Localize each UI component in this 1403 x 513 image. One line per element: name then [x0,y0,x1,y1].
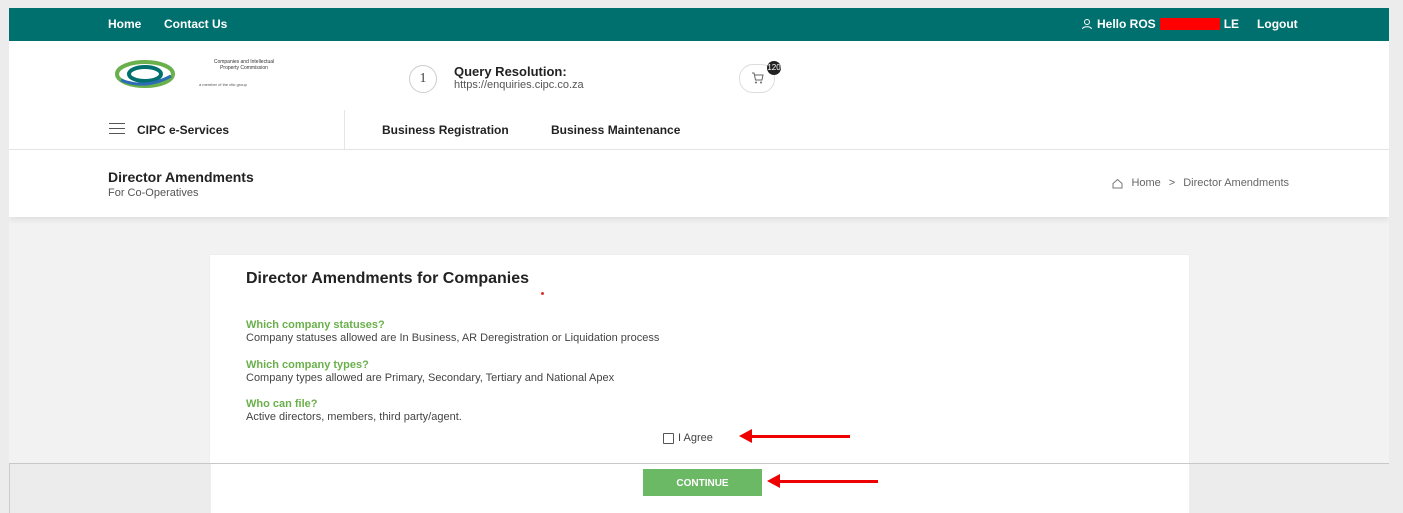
question-who-can-file: Who can file? [246,398,318,410]
top-navbar: Home Contact Us Hello ROS LE Logout [9,8,1389,41]
logo-text: Companies and Intellectual Property Comm… [189,59,299,71]
question-statuses: Which company statuses? [246,319,385,331]
query-resolution-url[interactable]: https://enquiries.cipc.co.za [454,79,584,91]
continue-button[interactable]: CONTINUE [643,469,762,496]
breadcrumb-separator: > [1168,177,1176,189]
menu-business-maintenance[interactable]: Business Maintenance [551,123,680,137]
question-types: Which company types? [246,359,369,371]
page-subtitle: For Co-Operatives [108,187,199,199]
info-card: Director Amendments for Companies Which … [209,254,1190,463]
redaction-mark [1159,18,1220,30]
hello-suffix: LE [1223,17,1240,31]
query-resolution-title: Query Resolution: [454,64,567,79]
answer-who-can-file: Active directors, members, third party/a… [246,411,462,423]
breadcrumb: Home > Director Amendments [1112,177,1289,189]
menu-business-registration[interactable]: Business Registration [382,123,509,137]
agree-checkbox[interactable] [663,432,674,444]
annotation-arrow-continue [767,474,878,488]
logout-link[interactable]: Logout [1257,17,1298,31]
agree-checkbox-row: I Agree [663,432,713,444]
annotation-arrow-agree [739,429,850,443]
cart-icon [751,72,764,84]
hello-prefix: Hello ROS [1097,17,1156,31]
user-icon [1082,19,1092,30]
logo-line2: Property Commission [220,65,268,71]
cipc-logo-mark [115,60,175,88]
agree-label[interactable]: I Agree [678,432,713,444]
answer-statuses: Company statuses allowed are In Business… [246,332,660,344]
user-greeting: Hello ROS LE Logout [1081,17,1298,31]
cipc-logo[interactable]: Companies and Intellectual Property Comm… [113,56,293,92]
eservices-menu[interactable]: CIPC e-Services [137,123,229,137]
page-edge [9,464,10,513]
breadcrumb-home[interactable]: Home [1131,177,1160,189]
required-marker [541,292,544,295]
answer-types: Company types allowed are Primary, Secon… [246,372,615,384]
card-title: Director Amendments for Companies [246,270,530,287]
home-icon [1112,178,1123,188]
cart-count-badge: 120 [767,61,781,75]
nav-contact-link[interactable]: Contact Us [164,17,227,31]
browser-viewport: Home Contact Us Hello ROS LE Logout Compa… [9,8,1389,464]
hamburger-icon[interactable] [109,123,125,135]
page-header: Director Amendments For Co-Operatives Ho… [9,150,1389,217]
main-menu-bar: CIPC e-Services Business Registration Bu… [9,110,1389,150]
menu-divider [344,110,345,149]
query-number: 1 [409,65,437,93]
page-title: Director Amendments [108,169,254,185]
nav-home-link[interactable]: Home [108,17,141,31]
site-header: Companies and Intellectual Property Comm… [9,41,1389,111]
logo-subtext: a member of the dtic group [199,82,247,87]
breadcrumb-current: Director Amendments [1183,177,1289,189]
